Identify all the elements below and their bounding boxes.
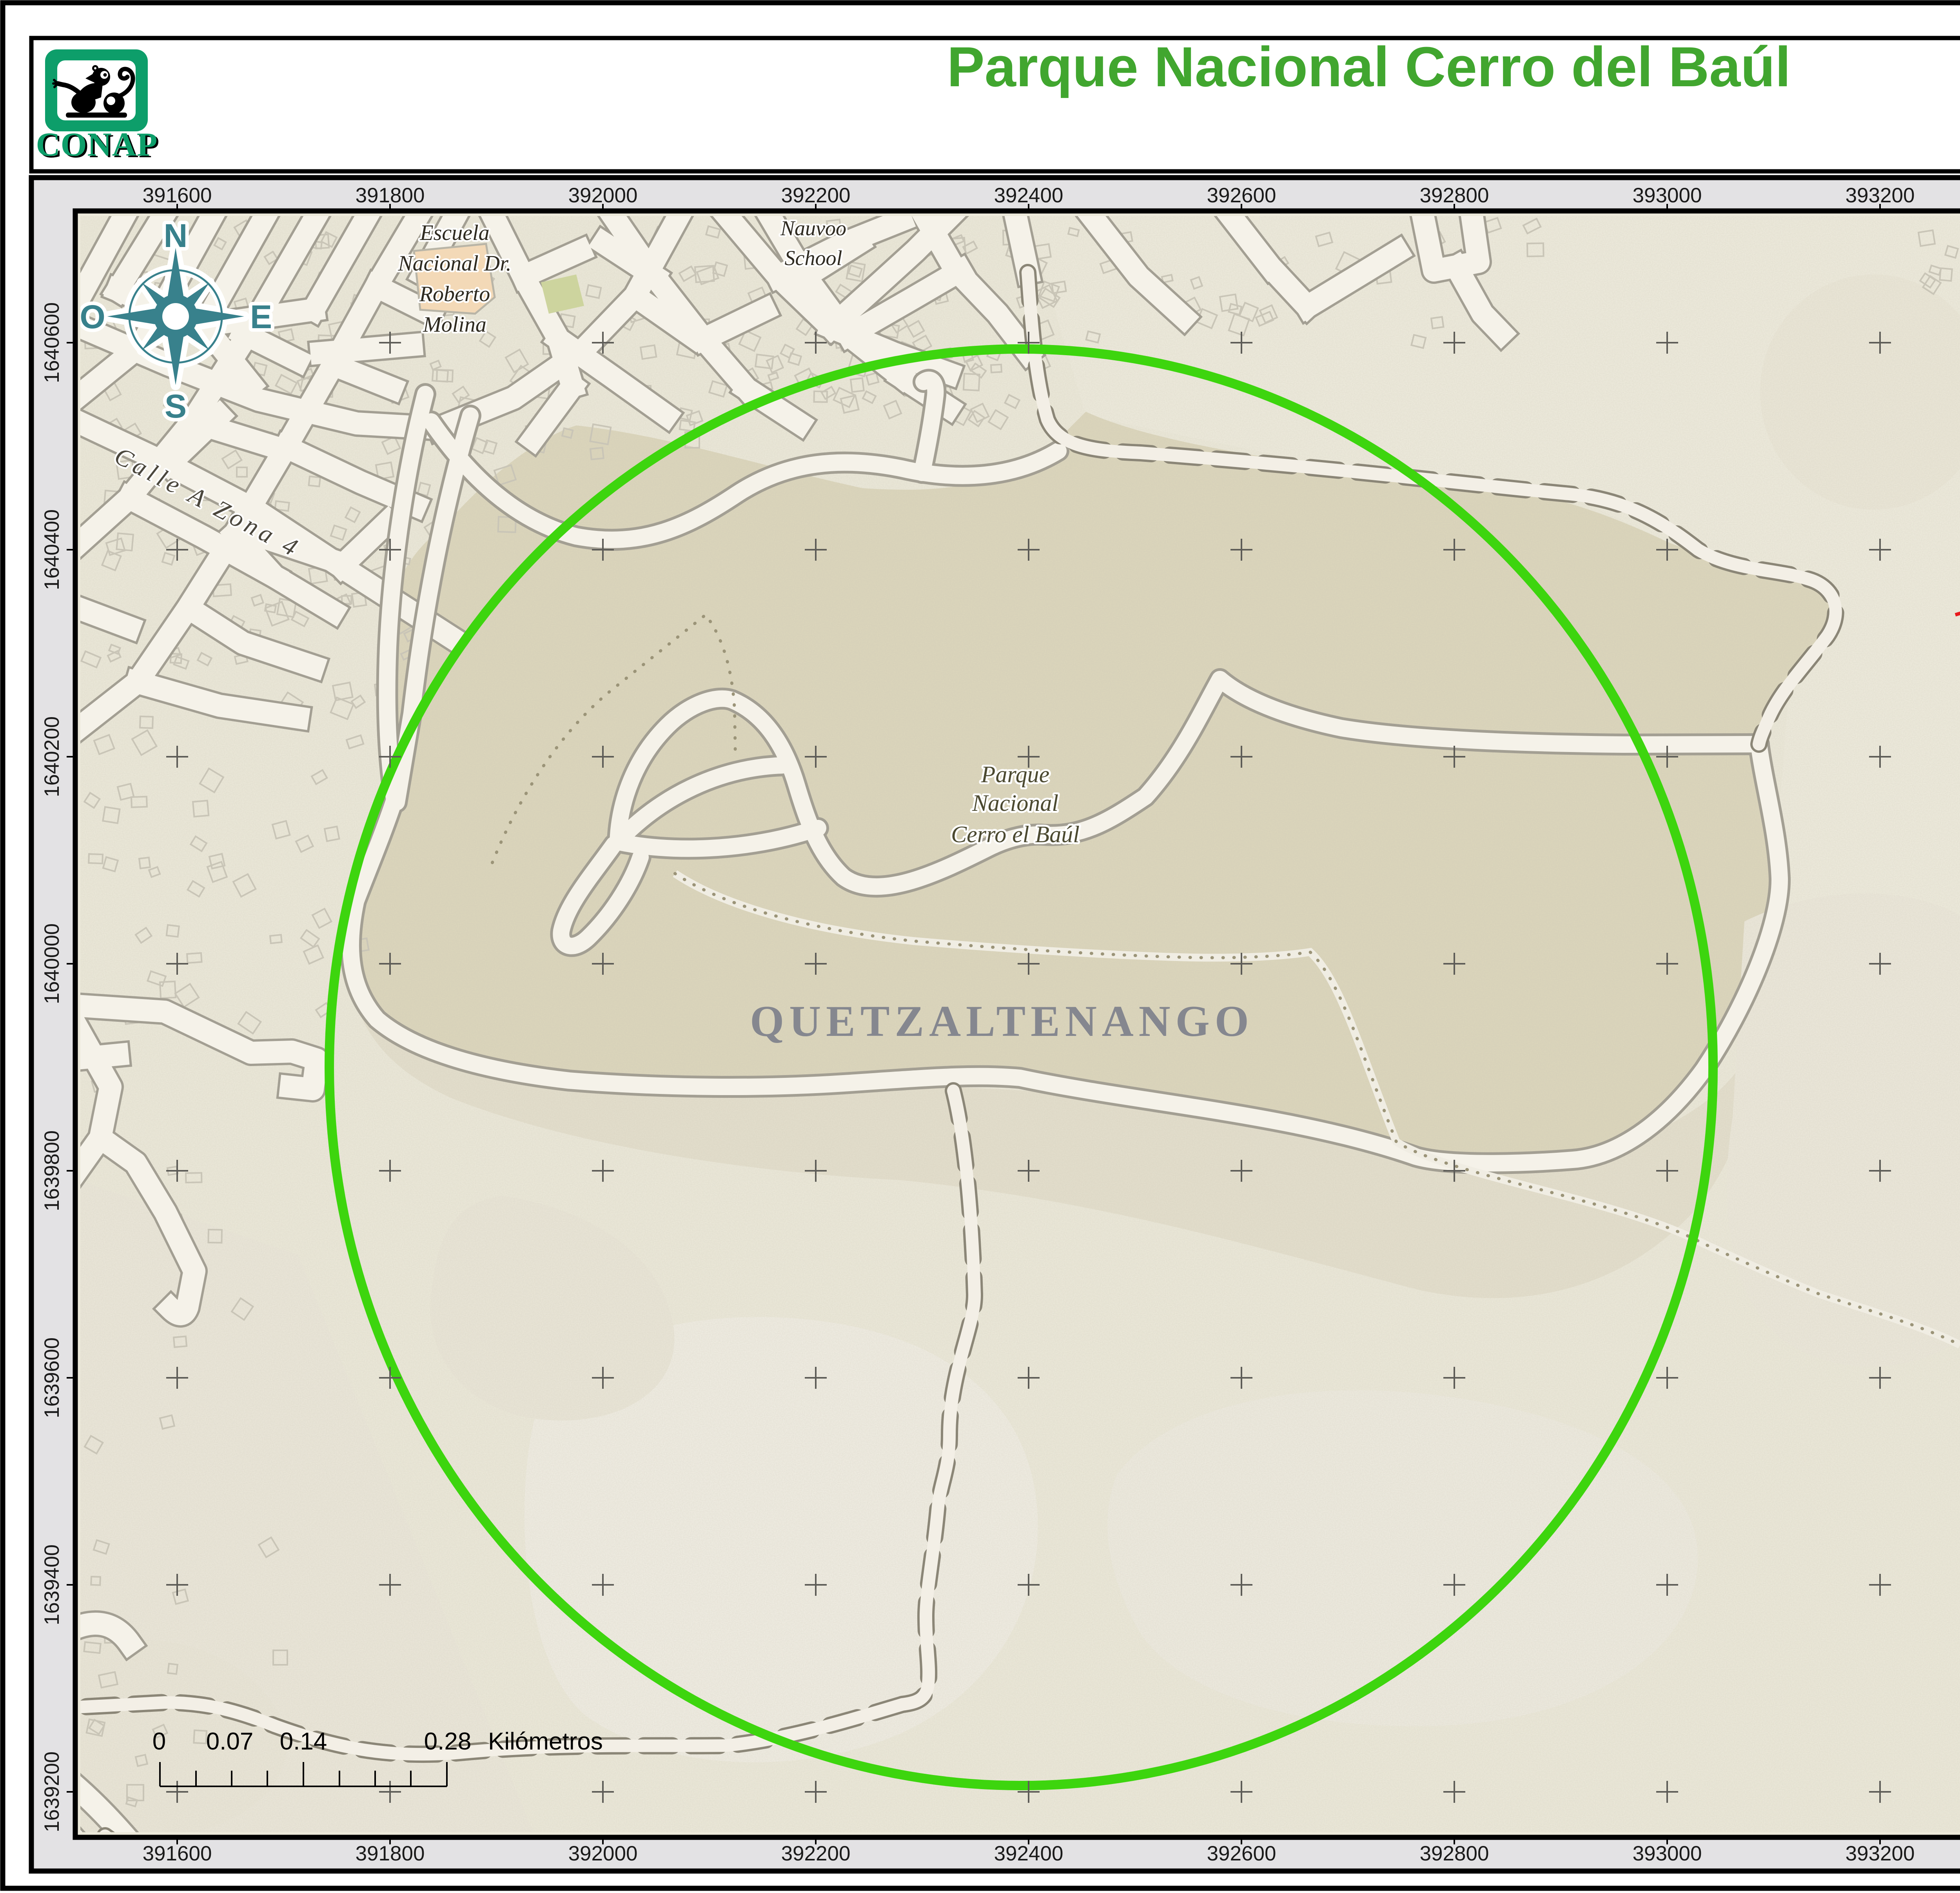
svg-text:0.28: 0.28 [424,1728,472,1755]
svg-text:1640600: 1640600 [40,302,64,383]
svg-text:393000: 393000 [1633,1842,1702,1865]
svg-text:Roberto: Roberto [419,282,490,306]
svg-text:School: School [785,246,842,270]
svg-text:1639400: 1639400 [40,1544,64,1625]
svg-text:Escuela: Escuela [419,221,489,245]
svg-text:0.14: 0.14 [280,1728,327,1755]
svg-text:1640000: 1640000 [40,923,64,1004]
svg-text:392800: 392800 [1420,1842,1489,1865]
svg-text:0: 0 [152,1728,166,1755]
svg-text:393200: 393200 [1846,184,1915,207]
svg-text:392800: 392800 [1420,184,1489,207]
svg-text:393200: 393200 [1846,1842,1915,1865]
svg-text:392200: 392200 [781,184,851,207]
svg-text:Parque: Parque [981,761,1049,787]
svg-text:CONAP: CONAP [36,125,158,163]
svg-text:E: E [250,298,272,335]
svg-text:392600: 392600 [1207,184,1276,207]
svg-text:Nacional: Nacional [972,790,1058,816]
svg-text:392400: 392400 [994,184,1063,207]
svg-text:392400: 392400 [994,1842,1063,1865]
svg-text:Nauvoo: Nauvoo [780,216,846,240]
svg-text:392000: 392000 [568,1842,638,1865]
svg-text:O: O [80,298,105,335]
svg-text:Molina: Molina [423,312,486,337]
svg-text:393000: 393000 [1633,184,1702,207]
svg-text:QUETZALTENANGO: QUETZALTENANGO [750,997,1254,1046]
svg-text:Cerro el Baúl: Cerro el Baúl [951,821,1080,847]
svg-text:392200: 392200 [781,1842,851,1865]
svg-text:391600: 391600 [143,1842,212,1865]
svg-text:1639200: 1639200 [40,1751,64,1832]
svg-text:392000: 392000 [568,184,638,207]
svg-text:Kilómetros: Kilómetros [488,1728,603,1755]
svg-text:1639600: 1639600 [40,1337,64,1418]
svg-text:1639800: 1639800 [40,1130,64,1211]
svg-text:Parque Nacional Cerro del Baúl: Parque Nacional Cerro del Baúl [947,35,1791,98]
svg-text:391800: 391800 [356,184,425,207]
svg-text:N: N [164,217,188,254]
svg-text:1640400: 1640400 [40,509,64,590]
svg-text:391600: 391600 [143,184,212,207]
svg-text:392600: 392600 [1207,1842,1276,1865]
svg-text:Nacional Dr.: Nacional Dr. [397,251,511,276]
svg-text:0.07: 0.07 [206,1728,254,1755]
svg-text:S: S [165,388,187,425]
svg-text:391800: 391800 [356,1842,425,1865]
svg-text:1640200: 1640200 [40,716,64,797]
